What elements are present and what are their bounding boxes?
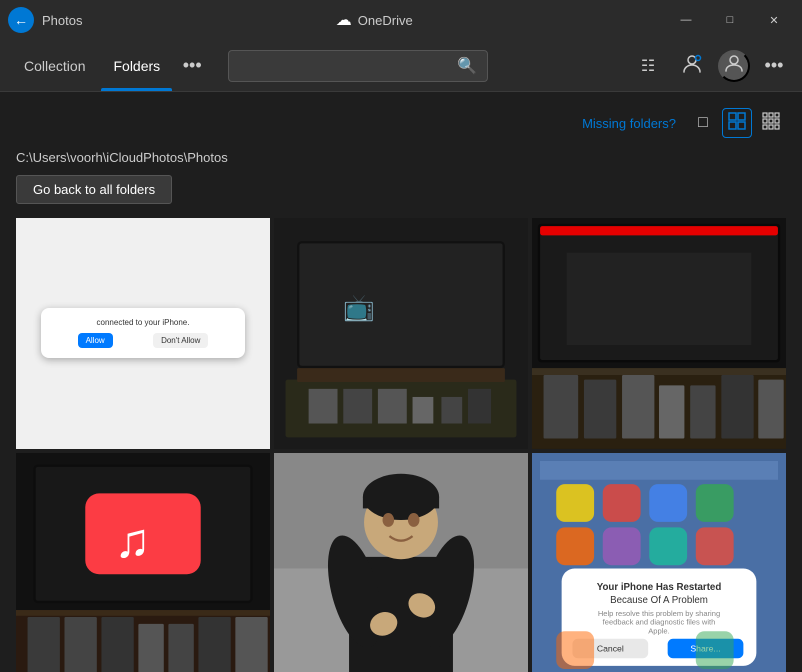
people-button[interactable]: [674, 48, 710, 84]
search-input[interactable]: [239, 58, 449, 73]
account-icon: [724, 53, 744, 78]
photo-item[interactable]: ♫: [16, 453, 270, 672]
search-bar[interactable]: 🔍: [228, 50, 488, 82]
search-icon: 🔍: [457, 56, 477, 76]
allow-button: Allow: [78, 333, 113, 348]
titlebar-left: ← Photos: [8, 7, 82, 33]
app-title: Photos: [42, 13, 82, 28]
photo-item[interactable]: [274, 453, 528, 672]
back-arrow-icon: ←: [14, 12, 28, 28]
svg-text:Because Of A Problem: Because Of A Problem: [610, 595, 708, 606]
tab-collection[interactable]: Collection: [12, 40, 97, 91]
back-button[interactable]: ←: [8, 7, 34, 33]
toolbar: Collection Folders ••• 🔍 ☷: [0, 40, 802, 92]
dont-allow-button: Don't Allow: [153, 333, 208, 348]
photo-item[interactable]: 📺: [274, 218, 528, 449]
view-small-icon: □: [698, 114, 708, 132]
titlebar: ← Photos ☁ OneDrive — □ ✕: [0, 0, 802, 40]
svg-text:Cancel: Cancel: [597, 644, 624, 654]
filter-button[interactable]: ☷: [630, 48, 666, 84]
view-large-button[interactable]: [756, 108, 786, 138]
svg-text:feedback and diagnostic files: feedback and diagnostic files with: [603, 618, 716, 627]
missing-folders-link[interactable]: Missing folders?: [582, 116, 676, 131]
svg-text:Apple.: Apple.: [648, 626, 669, 635]
svg-text:♫: ♫: [114, 515, 150, 568]
overflow-menu-button[interactable]: •••: [758, 50, 790, 82]
titlebar-controls: — □ ✕: [666, 5, 794, 35]
svg-text:Your iPhone Has Restarted: Your iPhone Has Restarted: [597, 582, 722, 593]
minimize-button[interactable]: —: [666, 5, 706, 35]
photo-item[interactable]: [532, 218, 786, 449]
close-button[interactable]: ✕: [754, 5, 794, 35]
view-large-icon: [762, 112, 780, 135]
photo-grid: connected to your iPhone. Allow Don't Al…: [16, 218, 786, 672]
photo-item[interactable]: Your iPhone Has Restarted Because Of A P…: [532, 453, 786, 672]
toolbar-right: ☷ •••: [630, 48, 790, 84]
folder-path: C:\Users\voorh\iCloudPhotos\Photos: [16, 150, 786, 165]
photo-item[interactable]: connected to your iPhone. Allow Don't Al…: [16, 218, 270, 449]
more-menu-button[interactable]: •••: [176, 50, 208, 82]
titlebar-center: ☁ OneDrive: [336, 10, 413, 30]
account-button[interactable]: [718, 50, 750, 82]
main-content: Missing folders? □: [0, 92, 802, 672]
svg-text:📺: 📺: [343, 294, 375, 322]
top-actions: Missing folders? □: [16, 108, 786, 138]
onedrive-icon: ☁: [336, 10, 352, 30]
maximize-button[interactable]: □: [710, 5, 750, 35]
tab-folders[interactable]: Folders: [101, 40, 172, 91]
back-to-folders-button[interactable]: Go back to all folders: [16, 175, 172, 204]
view-medium-icon: [728, 112, 746, 135]
onedrive-label: OneDrive: [358, 13, 413, 28]
view-small-button[interactable]: □: [688, 108, 718, 138]
view-options: □: [688, 108, 786, 138]
people-icon: [681, 52, 703, 79]
view-medium-button[interactable]: [722, 108, 752, 138]
filter-icon: ☷: [641, 56, 655, 76]
